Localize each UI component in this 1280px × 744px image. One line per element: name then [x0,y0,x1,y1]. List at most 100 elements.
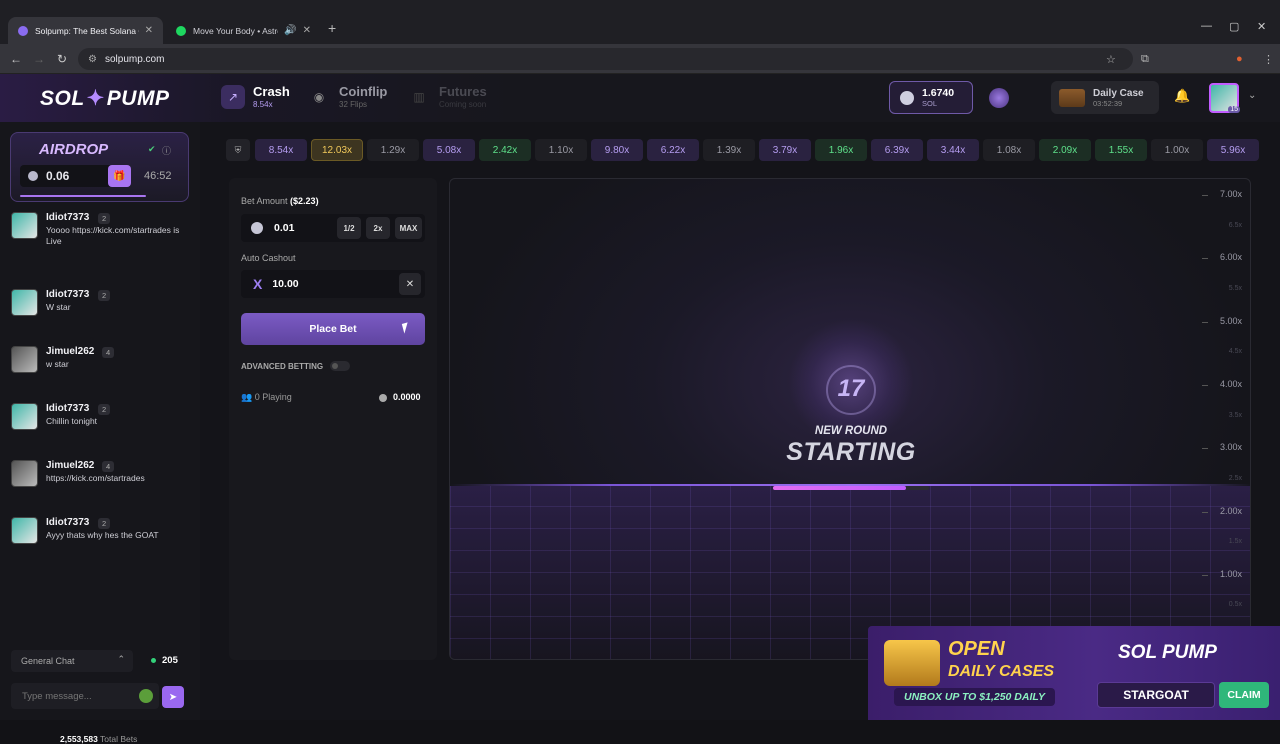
half-bet-button[interactable]: 1/2 [337,217,361,239]
history-multiplier-chip[interactable]: 6.22x [647,139,699,161]
shield-icon[interactable]: ⛨ [226,139,250,161]
emoji-icon[interactable] [139,689,153,703]
history-multiplier-chip[interactable]: 1.29x [367,139,419,161]
minimize-icon[interactable]: — [1201,20,1212,32]
bars-icon: ▥ [413,89,425,104]
site-settings-icon[interactable]: ⚙ [88,54,97,65]
chat-username[interactable]: Idiot7373 [46,289,89,300]
chat-username[interactable]: Idiot7373 [46,212,89,223]
close-tab-icon[interactable]: ✕ [303,25,311,36]
level-badge: 2 [98,290,111,301]
airdrop-progress-bar [20,195,146,197]
avatar[interactable] [11,212,38,239]
daily-case-button[interactable]: Daily Case 03:52:39 [1051,81,1159,114]
total-bets: 2,553,583 Total Bets [60,734,138,744]
axis-tick-mark [1202,511,1208,513]
place-bet-button[interactable]: Place Bet [241,313,425,345]
avatar[interactable] [11,403,38,430]
banner-cases-text: DAILY CASES [948,663,1055,680]
axis-tick-label: 7.00x [1219,189,1242,199]
history-multiplier-chip[interactable]: 1.10x [535,139,587,161]
history-multiplier-chip[interactable]: 2.42x [479,139,531,161]
wallet-balance[interactable]: 1.6740 SOL [889,81,973,114]
back-icon[interactable]: ← [10,52,22,66]
browser-tab-spotify[interactable]: Move Your Body • AstroHe 🔊 ✕ [166,17,321,44]
chat-room-select[interactable]: General Chat ⌃ [11,650,133,672]
close-tab-icon[interactable]: ✕ [145,25,153,36]
axis-tick-mark [1202,574,1208,576]
maximize-icon[interactable]: ▢ [1229,20,1239,33]
history-multiplier-chip[interactable]: 6.39x [871,139,923,161]
avatar[interactable] [11,517,38,544]
game-tab-crash[interactable]: ↗ Crash 8.54x [221,84,290,109]
advanced-betting-toggle[interactable] [330,361,350,371]
avatar[interactable] [11,289,38,316]
forward-icon[interactable]: → [33,52,45,66]
chat-username[interactable]: Jimuel262 [46,346,94,357]
solpump-app: SOL✦PUMP ↗ Crash 8.54x ◉ Coinflip 32 Fli… [0,74,1280,744]
profile-icon[interactable]: ● [1236,53,1243,65]
send-button[interactable]: ➤ [162,686,184,708]
history-multiplier-chip[interactable]: 9.80x [591,139,643,161]
double-bet-button[interactable]: 2x [366,217,390,239]
chat-username[interactable]: Idiot7373 [46,403,89,414]
round-status: STARTING [786,438,916,466]
extensions-icon[interactable]: ⧉ [1141,53,1149,66]
chevron-down-icon[interactable]: ⌄ [1248,90,1256,101]
chat-message-input[interactable] [11,683,159,709]
audio-icon[interactable]: 🔊 [284,25,296,36]
history-multiplier-chip[interactable]: 5.08x [423,139,475,161]
multiplier-axis: 7.00x 6.00x 5.00x 4.00x 3.00x 2.00x 1.00x 6.5x 5… [1202,179,1250,659]
avatar[interactable] [11,460,38,487]
advanced-betting-label: ADVANCED BETTING [241,362,324,371]
new-tab-icon[interactable]: + [328,20,336,36]
notification-bell-icon[interactable]: 🔔 [1174,88,1190,104]
history-multiplier-chip[interactable]: 12.03x [311,139,363,161]
chat-text: Ayyy thats why hes the GOAT [46,530,159,540]
history-multiplier-chip[interactable]: 5.96x [1207,139,1259,161]
history-multiplier-chip[interactable]: 1.08x [983,139,1035,161]
crash-game-canvas: 17 NEW ROUND STARTING 7.00x 6.00x 5.00x 4.0… [449,178,1251,660]
promo-code[interactable]: STARGOAT [1097,682,1215,708]
bookmark-star-icon[interactable]: ☆ [1106,53,1116,66]
users-icon: 👥 [241,392,253,402]
browser-tab-solpump[interactable]: Solpump: The Best Solana Casi ✕ [8,17,163,44]
axis-tick-label: 3.00x [1219,442,1242,453]
address-bar[interactable]: ⚙ solpump.com [78,48,1133,70]
history-multiplier-chip[interactable]: 8.54x [255,139,307,161]
history-multiplier-chip[interactable]: 2.09x [1039,139,1091,161]
airdrop-amount: 0.06 [20,165,116,187]
history-multiplier-chip[interactable]: 1.39x [703,139,755,161]
round-countdown: 17 [837,375,865,402]
bet-amount-input[interactable]: 0.01 1/2 2x MAX [241,214,425,242]
max-bet-button[interactable]: MAX [395,217,422,239]
history-multiplier-chip[interactable]: 1.96x [815,139,867,161]
claim-button[interactable]: CLAIM [1219,682,1269,708]
close-window-icon[interactable]: ✕ [1257,20,1266,33]
axis-tick-label: 2.00x [1219,505,1242,516]
deposit-icon[interactable] [989,88,1009,108]
avatar[interactable] [11,346,38,373]
history-multiplier-chip[interactable]: 1.55x [1095,139,1147,161]
chat-username[interactable]: Jimuel262 [46,460,94,471]
auto-cashout-input[interactable]: X 10.00 ✕ [241,270,425,298]
history-multiplier-chip[interactable]: 1.00x [1151,139,1203,161]
game-tab-coinflip[interactable]: ◉ Coinflip 32 Flips [307,84,388,109]
gift-icon[interactable]: 🎁 [108,165,131,187]
solpump-logo[interactable]: SOL✦PUMP [40,86,169,111]
chat-username[interactable]: Idiot7373 [46,517,89,528]
reload-icon[interactable]: ↻ [57,52,67,66]
info-icon[interactable]: ⓘ [162,144,171,157]
menu-dots-icon[interactable]: ⋮ [1263,53,1274,66]
history-multiplier-chip[interactable]: 3.44x [927,139,979,161]
chat-text: Yoooo https://kick.com/startrades is Liv… [46,225,180,246]
sol-coin-icon [900,90,914,105]
clear-icon[interactable]: ✕ [399,273,421,295]
solpump-favicon-icon [18,25,28,36]
axis-tick-mark [1202,321,1208,323]
history-multiplier-chip[interactable]: 3.79x [759,139,811,161]
user-avatar[interactable]: 15 [1209,83,1240,113]
user-level-badge: 15 [1228,106,1240,113]
sol-coin-icon [379,393,387,402]
daily-cases-banner[interactable]: OPEN DAILY CASES UNBOX UP TO $1,250 DAIL… [868,626,1280,720]
